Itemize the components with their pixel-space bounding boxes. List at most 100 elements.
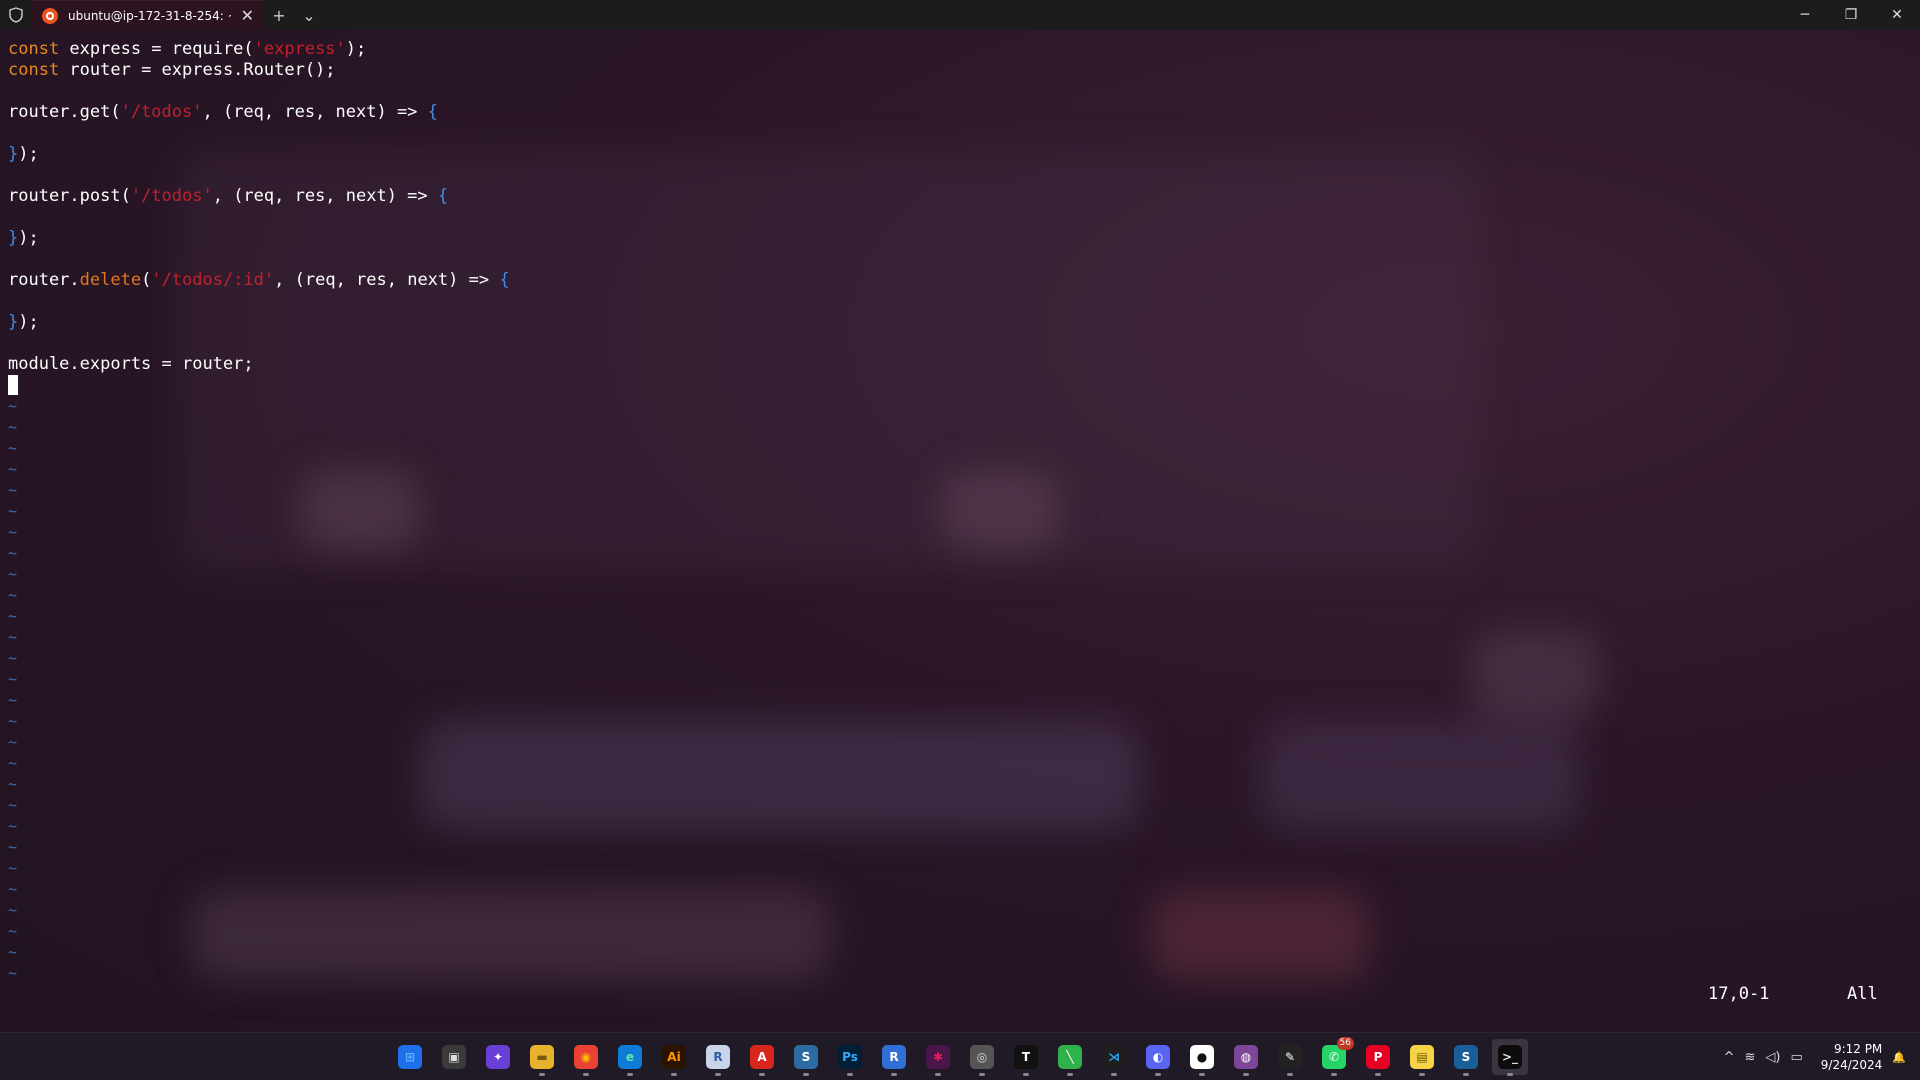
- battery-icon[interactable]: ▭: [1790, 1050, 1802, 1065]
- wifi-icon[interactable]: ≋: [1744, 1050, 1755, 1065]
- new-tab-button[interactable]: +: [264, 0, 294, 30]
- code-token: '/todos': [130, 186, 213, 206]
- slack-button[interactable]: ✱: [920, 1039, 956, 1076]
- code-token: express = require(: [59, 39, 254, 59]
- notification-bell-icon[interactable]: 🔔: [1892, 1051, 1906, 1064]
- clock[interactable]: 9:12 PM 9/24/2024: [1821, 1041, 1883, 1073]
- code-token: );: [18, 312, 39, 332]
- code-token: const: [8, 60, 60, 80]
- photoshop-button[interactable]: Ps: [832, 1039, 868, 1076]
- tilde-marker: ~: [8, 838, 18, 856]
- app-pen-button[interactable]: ✎: [1272, 1039, 1308, 1076]
- tilde-marker: ~: [8, 943, 18, 961]
- code-token: (: [141, 270, 152, 290]
- copilot-button[interactable]: ✦: [480, 1039, 516, 1075]
- terminal-button[interactable]: >_: [1492, 1039, 1528, 1076]
- acrobat-button[interactable]: A: [744, 1039, 780, 1076]
- tilde-marker: ~: [8, 880, 18, 898]
- code-editor[interactable]: const express = require('express'); const…: [8, 39, 510, 396]
- typora-button[interactable]: T: [1008, 1039, 1044, 1076]
- app-s-button[interactable]: S: [788, 1039, 824, 1076]
- running-indicator: [979, 1073, 985, 1076]
- code-token: const: [8, 39, 60, 59]
- sticky-notes-button[interactable]: ▤: [1404, 1039, 1440, 1076]
- pinterest-button[interactable]: P: [1360, 1039, 1396, 1076]
- tab-title: ubuntu@ip-172-31-8-254: ~/r: [68, 8, 231, 23]
- tray-chevron-icon[interactable]: ^: [1724, 1050, 1735, 1065]
- code-line: });: [8, 144, 510, 165]
- r-button[interactable]: R: [700, 1039, 736, 1076]
- tab-dropdown-button[interactable]: ⌄: [294, 0, 324, 30]
- tilde-marker: ~: [8, 586, 18, 604]
- chrome-icon: ◉: [574, 1045, 598, 1069]
- code-token: );: [18, 228, 39, 248]
- acrobat-icon: A: [750, 1045, 774, 1069]
- running-indicator: [1331, 1073, 1337, 1076]
- running-indicator: [539, 1073, 545, 1076]
- code-token: , (req, res, next) =>: [274, 270, 500, 290]
- code-line: router.delete('/todos/:id', (req, res, n…: [8, 270, 510, 291]
- code-token: {: [427, 102, 438, 122]
- code-token: );: [18, 144, 39, 164]
- cursor-position: 17,0-1: [1708, 984, 1770, 1004]
- tab-terminal[interactable]: ubuntu@ip-172-31-8-254: ~/r ✕: [32, 0, 264, 30]
- tab-close-icon[interactable]: ✕: [241, 7, 254, 24]
- tilde-marker: ~: [8, 544, 18, 562]
- terminal-pane[interactable]: const express = require('express'); const…: [0, 30, 1920, 1032]
- shield-icon: [0, 0, 32, 30]
- vscode-icon: ⋊: [1102, 1045, 1126, 1069]
- tor-button[interactable]: ◍: [1228, 1039, 1264, 1076]
- app-s2-icon: S: [1454, 1045, 1478, 1069]
- discord-button[interactable]: ◐: [1140, 1039, 1176, 1076]
- code-token: router.: [8, 270, 80, 290]
- tilde-marker: ~: [8, 502, 18, 520]
- sticky-notes-icon: ▤: [1410, 1045, 1434, 1069]
- code-line: const router = express.Router();: [8, 60, 510, 81]
- running-indicator: [935, 1073, 941, 1076]
- taskbar: ⊞ ▣ ✦ ▬ ◉ e Ai R A S Ps R ✱ ◎ T ╲ ⋊ ◐ ● ◍ ✎ ✆ 56 P ▤ S >_ ^ ≋ ◁) ▭…: [0, 1032, 1920, 1080]
- code-token: router.post(: [8, 186, 131, 206]
- minimize-button[interactable]: ─: [1782, 0, 1828, 30]
- running-indicator: [803, 1073, 809, 1076]
- slack-icon: ✱: [926, 1045, 950, 1069]
- task-view-button[interactable]: ▣: [436, 1039, 472, 1075]
- tilde-marker: ~: [8, 901, 18, 919]
- system-tray: ^ ≋ ◁) ▭ 9:12 PM 9/24/2024 🔔: [1724, 1033, 1920, 1080]
- rstudio-button[interactable]: R: [876, 1039, 912, 1076]
- illustrator-button[interactable]: Ai: [656, 1039, 692, 1076]
- code-token: {: [437, 186, 449, 206]
- code-token: }: [8, 312, 19, 332]
- code-token: , (req, res, next) =>: [212, 186, 438, 206]
- volume-icon[interactable]: ◁): [1765, 1050, 1780, 1065]
- code-token: module.exports = router;: [8, 354, 254, 374]
- copilot-icon: ✦: [486, 1045, 510, 1069]
- text-cursor: [8, 375, 18, 395]
- chrome-button[interactable]: ◉: [568, 1039, 604, 1076]
- close-window-button[interactable]: ✕: [1874, 0, 1920, 30]
- clock-time: 9:12 PM: [1833, 1042, 1883, 1056]
- whatsapp-button[interactable]: ✆ 56: [1316, 1037, 1354, 1076]
- github-button[interactable]: ●: [1184, 1039, 1220, 1076]
- code-token: '/todos/:id': [151, 270, 275, 290]
- app-lens-button[interactable]: ◎: [964, 1039, 1000, 1076]
- code-line: module.exports = router;: [8, 354, 510, 375]
- app-s2-button[interactable]: S: [1448, 1039, 1484, 1076]
- discord-icon: ◐: [1146, 1045, 1170, 1069]
- start-button[interactable]: ⊞: [392, 1039, 428, 1075]
- vscode-button[interactable]: ⋊: [1096, 1039, 1132, 1076]
- running-indicator: [1375, 1073, 1381, 1076]
- tilde-marker: ~: [8, 397, 18, 415]
- file-explorer-button[interactable]: ▬: [524, 1039, 560, 1076]
- rstudio-icon: R: [882, 1045, 906, 1069]
- vim-status-line: 17,0-1 All: [0, 984, 1920, 1008]
- edge-button[interactable]: e: [612, 1039, 648, 1076]
- title-bar: ubuntu@ip-172-31-8-254: ~/r ✕ + ⌄ ─ ❐ ✕: [0, 0, 1920, 30]
- tilde-marker: ~: [8, 460, 18, 478]
- tilde-marker: ~: [8, 922, 18, 940]
- restore-button[interactable]: ❐: [1828, 0, 1874, 30]
- app-green-button[interactable]: ╲: [1052, 1039, 1088, 1076]
- tilde-marker: ~: [8, 628, 18, 646]
